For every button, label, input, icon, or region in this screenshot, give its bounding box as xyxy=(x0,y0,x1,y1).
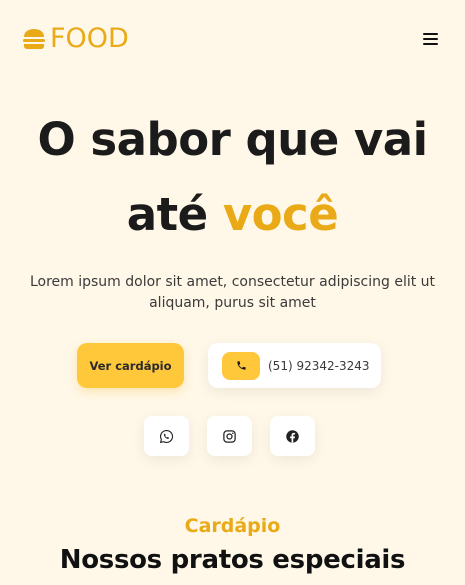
instagram-link[interactable] xyxy=(207,416,252,456)
burger-icon xyxy=(23,29,45,49)
hero-title-accent: você xyxy=(222,188,339,241)
hero-description: Lorem ipsum dolor sit amet, consectetur … xyxy=(29,274,436,311)
view-menu-button[interactable]: Ver cardápio xyxy=(77,343,184,388)
hero-title: O sabor que vai até você xyxy=(0,102,465,252)
hamburger-menu-button[interactable] xyxy=(420,30,440,48)
phone-icon-badge xyxy=(222,351,260,380)
whatsapp-link[interactable] xyxy=(144,416,189,456)
hero-title-line1: O sabor que vai xyxy=(37,113,428,166)
menu-section-eyebrow: Cardápio xyxy=(184,515,281,537)
instagram-icon xyxy=(223,429,236,443)
phone-icon xyxy=(236,361,246,370)
site-header: FOOD xyxy=(0,0,465,80)
phone-contact-button[interactable]: (51) 92342-3243 xyxy=(208,343,381,388)
menu-section-title: Nossos pratos especiais xyxy=(59,545,406,575)
hamburger-menu-icon xyxy=(422,33,438,35)
logo-link[interactable]: FOOD xyxy=(22,25,129,53)
hero-title-line2: até xyxy=(126,188,223,241)
whatsapp-icon xyxy=(160,429,174,443)
logo-text: FOOD xyxy=(50,23,129,54)
facebook-link[interactable] xyxy=(270,416,315,456)
phone-number: (51) 92342-3243 xyxy=(268,358,370,373)
facebook-icon xyxy=(286,429,299,443)
